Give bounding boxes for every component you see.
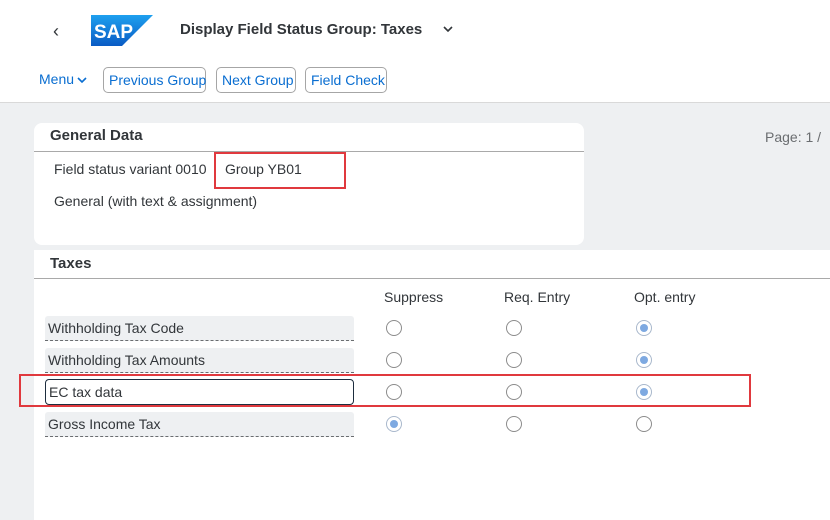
svg-text:SAP: SAP <box>94 22 133 43</box>
radio-opt-entry[interactable] <box>636 352 652 368</box>
field-withholding-tax-code[interactable]: Withholding Tax Code <box>45 316 354 341</box>
sap-logo: SAP <box>91 15 153 46</box>
column-header-suppress: Suppress <box>384 289 444 305</box>
radio-req-entry[interactable] <box>506 416 522 432</box>
field-withholding-tax-amounts[interactable]: Withholding Tax Amounts <box>45 348 354 373</box>
field-status-variant: Field status variant 0010 <box>54 161 207 177</box>
general-data-title: General Data <box>50 127 143 144</box>
chevron-down-icon[interactable] <box>442 23 454 35</box>
radio-req-entry[interactable] <box>506 352 522 368</box>
page-title: Display Field Status Group: Taxes <box>180 21 423 38</box>
chevron-down-icon <box>77 77 87 84</box>
back-icon[interactable]: ‹ <box>46 20 66 42</box>
highlight-box-group <box>214 152 346 189</box>
previous-group-button[interactable]: Previous Group <box>103 67 206 93</box>
taxes-header: Taxes <box>34 250 830 279</box>
taxes-title: Taxes <box>50 255 92 272</box>
toolbar: Menu Previous Group Next Group Field Che… <box>0 67 830 93</box>
general-data-header: General Data <box>34 123 584 152</box>
radio-suppress[interactable] <box>386 352 402 368</box>
menu-button[interactable]: Menu <box>39 71 87 87</box>
shell-bar: ‹ SAP Display Field Status Group: Taxes … <box>0 0 830 103</box>
menu-label: Menu <box>39 71 75 87</box>
next-group-button[interactable]: Next Group <box>216 67 296 93</box>
radio-opt-entry[interactable] <box>636 416 652 432</box>
highlight-box-ec-tax-row <box>19 374 751 407</box>
group-description: General (with text & assignment) <box>54 193 258 209</box>
column-header-opt-entry: Opt. entry <box>634 289 696 305</box>
page-indicator: Page: 1 / <box>765 129 822 145</box>
column-header-req-entry: Req. Entry <box>504 289 571 305</box>
radio-suppress[interactable] <box>386 416 402 432</box>
radio-req-entry[interactable] <box>506 320 522 336</box>
field-check-button[interactable]: Field Check <box>305 67 387 93</box>
radio-suppress[interactable] <box>386 320 402 336</box>
field-gross-income-tax[interactable]: Gross Income Tax <box>45 412 354 437</box>
radio-opt-entry[interactable] <box>636 320 652 336</box>
